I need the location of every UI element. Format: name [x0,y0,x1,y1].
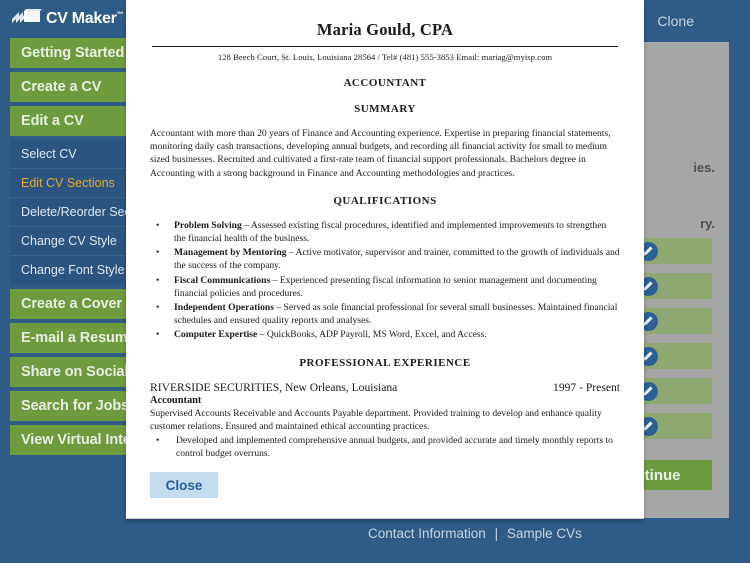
sidebar-item-create-a-cv[interactable]: Create a CV [10,72,144,102]
sidebar-subitem-delete-reorder-sections[interactable]: Delete/Reorder Sections [10,198,144,227]
cv-experience-heading: PROFESSIONAL EXPERIENCE [299,356,471,369]
sidebar-subitem-change-font-style[interactable]: Change Font Style [10,256,144,285]
sidebar-item-share-on-social-media[interactable]: Share on Social Media [10,357,144,387]
sidebar-item-edit-a-cv[interactable]: Edit a CV [10,106,144,136]
qualification-term: Management by Mentoring [174,247,287,259]
cv-experience-list: RIVERSIDE SECURITIES, New Orleans, Louis… [150,381,620,461]
qualification-item: • Problem Solving – Assessed existing fis… [150,219,620,245]
qualification-term: Computer Expertise [174,329,258,341]
experience-company: RIVERSIDE SECURITIES, New Orleans, Louis… [150,380,398,394]
experience-bullet-text: Developed and implemented comprehensive … [176,435,613,460]
qualification-dash: – [257,329,267,341]
sidebar-item-search-for-jobs[interactable]: Search for Jobs [10,391,144,421]
sidebar-subitem-select-cv[interactable]: Select CV [10,140,144,169]
experience-bullet: • Developed and implemented comprehensive… [150,434,620,460]
sidebar-item-view-virtual-interview[interactable]: View Virtual Interview [10,425,144,455]
qualification-text: Management by Mentoring – Active motivat… [174,246,620,272]
sidebar-nav: Getting Started Create a CV Edit a CV Selec… [0,38,144,455]
experience-description: Supervised Accounts Receivable and Accou… [150,407,602,432]
qualification-dash: – [286,247,296,259]
trademark-mark: ™ [116,11,124,19]
background-text-fragment: ry. [700,216,715,231]
qualification-dash: – [273,302,284,314]
qualification-item: • Computer Expertise – QuickBooks, ADP Pa… [150,328,620,341]
sidebar-item-e-mail-a-resume[interactable]: E-mail a Resume [10,323,144,353]
footer-separator: | [494,526,499,541]
brand-name: CV Maker™ [46,10,124,27]
experience-dates: 1997 - Present [553,380,620,394]
qualification-dash: – [270,274,280,286]
qualification-dash: – [241,219,251,231]
bullet-icon: • [156,274,160,286]
brand-logo[interactable]: CV Maker™ [0,0,144,38]
sidebar-submenu: Select CV Edit CV Sections Delete/Reorder … [10,140,144,285]
bullet-icon: • [156,247,160,259]
qualification-term: Independent Operations [174,302,274,314]
bullet-icon: • [156,435,160,447]
cv-job-target: ACCOUNTANT [343,77,427,89]
qualification-text: Problem Solving – Assessed existing fisc… [174,219,620,245]
footer-link-contact[interactable]: Contact Information [368,526,486,541]
sidebar-item-create-a-cover-letter[interactable]: Create a Cover Letter [10,289,144,319]
sidebar-item-getting-started[interactable]: Getting Started [10,38,144,68]
cv-contact-line: 128 Beech Court, St. Louis, Louisiana 28… [217,52,553,62]
qualification-item: • Independent Operations – Served as sole… [150,301,620,327]
qualification-desc: QuickBooks, ADP Payroll, MS Word, Excel,… [266,329,487,341]
cv-header-rule [152,46,618,47]
app-root: CV Maker™ Getting Started Create a CV Edit… [0,0,750,563]
qualification-text: Independent Operations – Served as sole … [174,301,620,327]
cv-qualifications-list: • Problem Solving – Assessed existing fis… [150,219,620,342]
sidebar: CV Maker™ Getting Started Create a CV Edit… [0,0,144,563]
qualification-text: Computer Expertise – QuickBooks, ADP Pay… [174,328,620,341]
close-button[interactable]: Close [150,472,218,498]
sidebar-subitem-edit-cv-sections[interactable]: Edit CV Sections [10,169,144,198]
experience-title: Accountant [150,394,202,406]
footer-link-samples[interactable]: Sample CVs [507,526,582,541]
qualification-text: Fiscal Communications – Experienced pres… [174,274,620,300]
bullet-icon: • [156,302,160,314]
footer-links: Contact Information | Sample CVs [368,526,582,541]
cv-summary-heading: SUMMARY [354,103,416,115]
sidebar-subitem-change-cv-style[interactable]: Change CV Style [10,227,144,256]
qualification-term: Fiscal Communications [174,274,271,286]
qualification-term: Problem Solving [174,219,242,231]
bullet-icon: • [156,329,160,341]
cv-document: Maria Gould, CPA 128 Beech Court, St. Lo… [126,0,644,460]
cv-preview-modal: Maria Gould, CPA 128 Beech Court, St. Lo… [126,0,644,519]
qualification-item: • Management by Mentoring – Active motiva… [150,246,620,272]
experience-header: RIVERSIDE SECURITIES, New Orleans, Louis… [150,381,620,394]
book-stack-icon [10,7,42,32]
background-text-fragment: ies. [693,160,715,175]
cv-qualifications-heading: QUALIFICATIONS [333,194,437,207]
cv-summary-text: Accountant with more than 20 years of Fi… [150,128,611,179]
bullet-icon: • [156,219,160,231]
qualification-item: • Fiscal Communications – Experienced pre… [150,274,620,300]
cv-candidate-name: Maria Gould, CPA [316,20,454,39]
